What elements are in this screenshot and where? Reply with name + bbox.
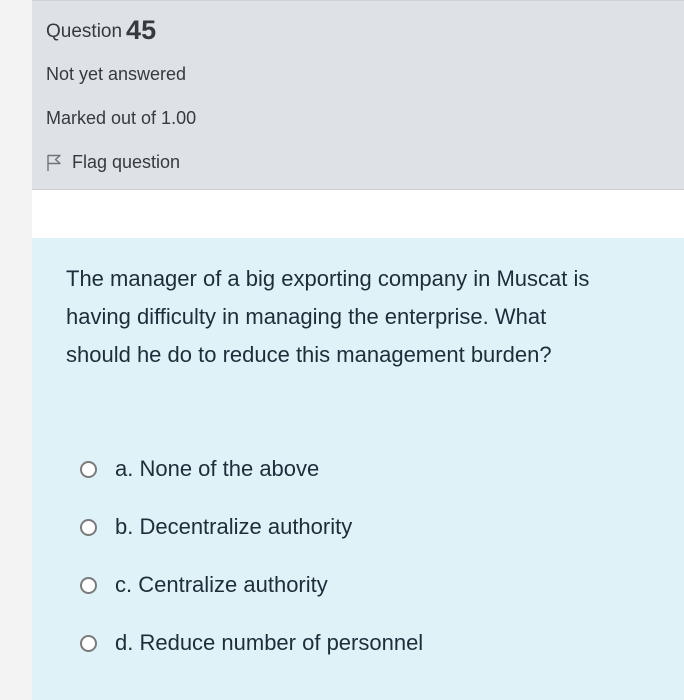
radio-button-a[interactable] — [80, 460, 97, 478]
quiz-page: Question 45 Not yet answered Marked out o… — [0, 0, 684, 700]
option-b[interactable]: b. Decentralize authority — [80, 498, 640, 556]
question-number: Question 45 — [46, 15, 156, 46]
flag-question-label: Flag question — [72, 152, 181, 172]
option-c-label: c. Centralize authority — [115, 572, 328, 597]
option-b-label: b. Decentralize authority — [115, 514, 353, 539]
flag-icon — [47, 154, 61, 171]
radio-button-b[interactable] — [80, 518, 97, 536]
option-a-label: a. None of the above — [115, 456, 320, 481]
question-label: Question — [46, 21, 123, 42]
question-grade: Marked out of 1.00 — [46, 108, 197, 128]
answer-options: a. None of the above b. Decentralize aut… — [80, 440, 640, 672]
spacer — [32, 190, 684, 238]
question-info-panel: Question 45 Not yet answered Marked out o… — [32, 0, 684, 190]
question-content: The manager of a big exporting company i… — [32, 238, 684, 700]
flag-question-button[interactable]: Flag question — [46, 152, 180, 173]
option-c[interactable]: c. Centralize authority — [80, 556, 640, 614]
question-number-value: 45 — [126, 15, 157, 45]
radio-button-c[interactable] — [80, 576, 97, 594]
question-text: The manager of a big exporting company i… — [66, 266, 590, 367]
question-state: Not yet answered — [46, 64, 187, 84]
radio-button-d[interactable] — [80, 634, 97, 652]
option-d-label: d. Reduce number of personnel — [115, 630, 424, 655]
option-d[interactable]: d. Reduce number of personnel — [80, 614, 640, 672]
option-a[interactable]: a. None of the above — [80, 440, 640, 498]
